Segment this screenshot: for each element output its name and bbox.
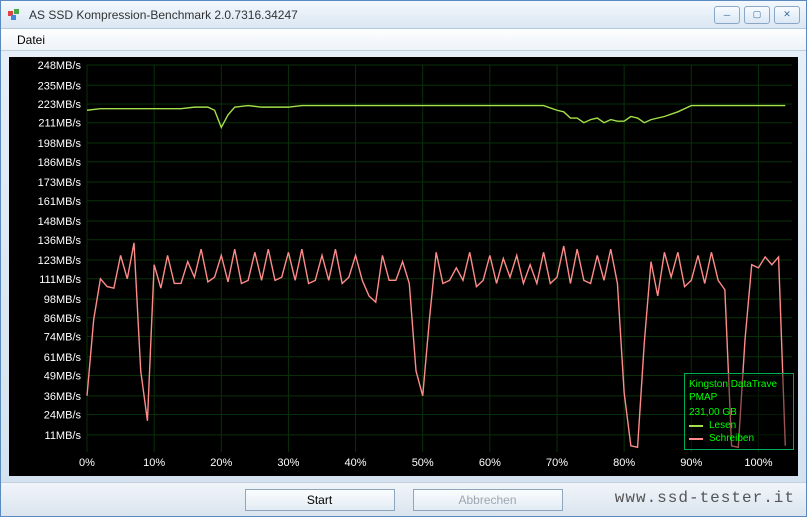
svg-text:49MB/s: 49MB/s xyxy=(44,371,82,383)
svg-text:235MB/s: 235MB/s xyxy=(38,80,82,92)
legend-write-label: Schreiben xyxy=(709,432,754,445)
svg-text:60%: 60% xyxy=(479,457,501,469)
svg-text:248MB/s: 248MB/s xyxy=(38,60,82,72)
legend-read-swatch xyxy=(689,425,703,427)
chart-area: 11MB/s 24MB/s 36MB/s 49MB/s 61MB/s 74MB/s 86MB… xyxy=(9,57,798,476)
svg-text:90%: 90% xyxy=(680,457,702,469)
svg-text:40%: 40% xyxy=(345,457,367,469)
window-buttons: ─ ▢ ✕ xyxy=(714,6,800,24)
svg-text:74MB/s: 74MB/s xyxy=(44,332,82,344)
svg-text:148MB/s: 148MB/s xyxy=(38,216,82,228)
svg-text:198MB/s: 198MB/s xyxy=(38,138,82,150)
svg-text:123MB/s: 123MB/s xyxy=(38,255,82,267)
svg-text:161MB/s: 161MB/s xyxy=(38,196,82,208)
legend-write-swatch xyxy=(689,438,703,440)
legend-device: Kingston DataTrave xyxy=(689,378,789,391)
titlebar: AS SSD Kompression-Benchmark 2.0.7316.34… xyxy=(1,1,806,29)
legend-read-row: Lesen xyxy=(689,419,789,432)
cancel-button[interactable]: Abbrechen xyxy=(413,489,563,511)
svg-text:24MB/s: 24MB/s xyxy=(44,410,82,422)
menu-datei[interactable]: Datei xyxy=(9,31,53,49)
svg-text:86MB/s: 86MB/s xyxy=(44,313,82,325)
legend-write-row: Schreiben xyxy=(689,432,789,445)
button-row: Start Abbrechen xyxy=(1,482,806,516)
legend-mode: PMAP xyxy=(689,391,789,404)
legend: Kingston DataTrave PMAP 231,00 GB Lesen … xyxy=(684,373,794,450)
menubar: Datei xyxy=(1,29,806,51)
svg-text:10%: 10% xyxy=(143,457,165,469)
svg-text:223MB/s: 223MB/s xyxy=(38,99,82,111)
svg-text:136MB/s: 136MB/s xyxy=(38,235,82,247)
svg-text:211MB/s: 211MB/s xyxy=(38,118,81,130)
svg-text:36MB/s: 36MB/s xyxy=(44,391,82,403)
maximize-button[interactable]: ▢ xyxy=(744,6,770,24)
svg-text:30%: 30% xyxy=(277,457,299,469)
svg-text:70%: 70% xyxy=(546,457,568,469)
window-title: AS SSD Kompression-Benchmark 2.0.7316.34… xyxy=(29,8,714,22)
app-window: AS SSD Kompression-Benchmark 2.0.7316.34… xyxy=(0,0,807,517)
app-icon xyxy=(7,7,23,23)
start-button[interactable]: Start xyxy=(245,489,395,511)
svg-text:0%: 0% xyxy=(79,457,95,469)
close-button[interactable]: ✕ xyxy=(774,6,800,24)
svg-text:98MB/s: 98MB/s xyxy=(44,294,82,306)
legend-read-label: Lesen xyxy=(709,419,736,432)
svg-text:80%: 80% xyxy=(613,457,635,469)
chart-svg: 11MB/s 24MB/s 36MB/s 49MB/s 61MB/s 74MB/s 86MB… xyxy=(9,57,798,476)
svg-text:111MB/s: 111MB/s xyxy=(39,274,81,286)
svg-text:11MB/s: 11MB/s xyxy=(45,430,82,442)
minimize-button[interactable]: ─ xyxy=(714,6,740,24)
svg-text:20%: 20% xyxy=(210,457,232,469)
svg-text:173MB/s: 173MB/s xyxy=(38,177,82,189)
svg-text:61MB/s: 61MB/s xyxy=(44,352,82,364)
svg-text:186MB/s: 186MB/s xyxy=(38,157,82,169)
legend-size: 231,00 GB xyxy=(689,406,789,419)
svg-text:50%: 50% xyxy=(412,457,434,469)
svg-text:100%: 100% xyxy=(744,457,772,469)
